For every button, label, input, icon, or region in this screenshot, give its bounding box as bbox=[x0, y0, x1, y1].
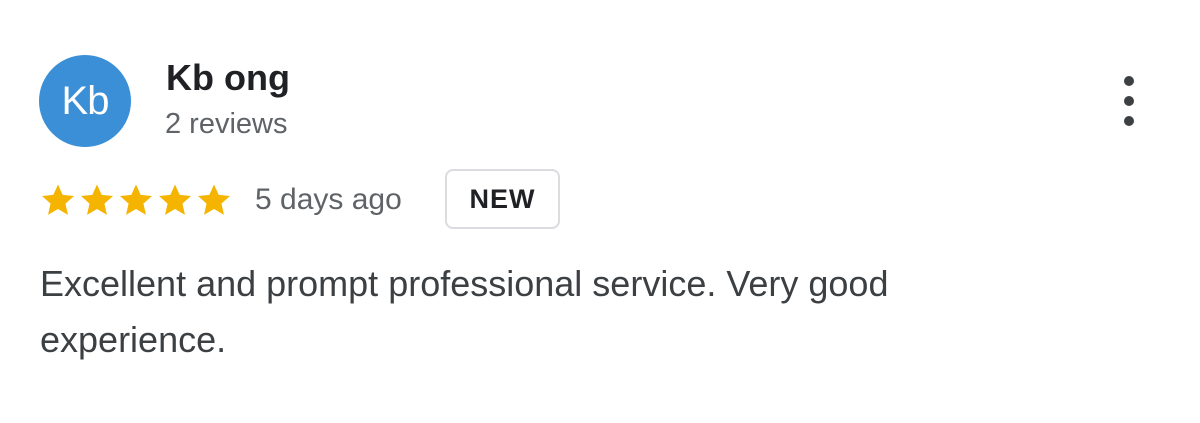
review-text: Excellent and prompt professional servic… bbox=[40, 263, 889, 360]
star-icon bbox=[198, 184, 230, 215]
new-badge: NEW bbox=[445, 169, 560, 229]
author-name[interactable]: Kb ong bbox=[166, 58, 290, 98]
star-icon bbox=[159, 184, 191, 215]
avatar-initials: Kb bbox=[61, 78, 110, 123]
more-dot bbox=[1124, 116, 1134, 126]
more-options-icon[interactable] bbox=[1114, 76, 1144, 126]
review-card: Kb Kb ong 2 reviews 5 days ago NEW Excel… bbox=[0, 0, 1200, 423]
avatar[interactable]: Kb bbox=[39, 55, 131, 147]
author-review-count[interactable]: 2 reviews bbox=[165, 107, 288, 141]
review-date: 5 days ago bbox=[255, 183, 402, 216]
star-icon bbox=[81, 184, 113, 215]
more-dot bbox=[1124, 96, 1134, 106]
star-icon bbox=[120, 184, 152, 215]
star-rating bbox=[39, 181, 233, 219]
star-icon bbox=[42, 184, 74, 215]
more-dot bbox=[1124, 76, 1134, 86]
